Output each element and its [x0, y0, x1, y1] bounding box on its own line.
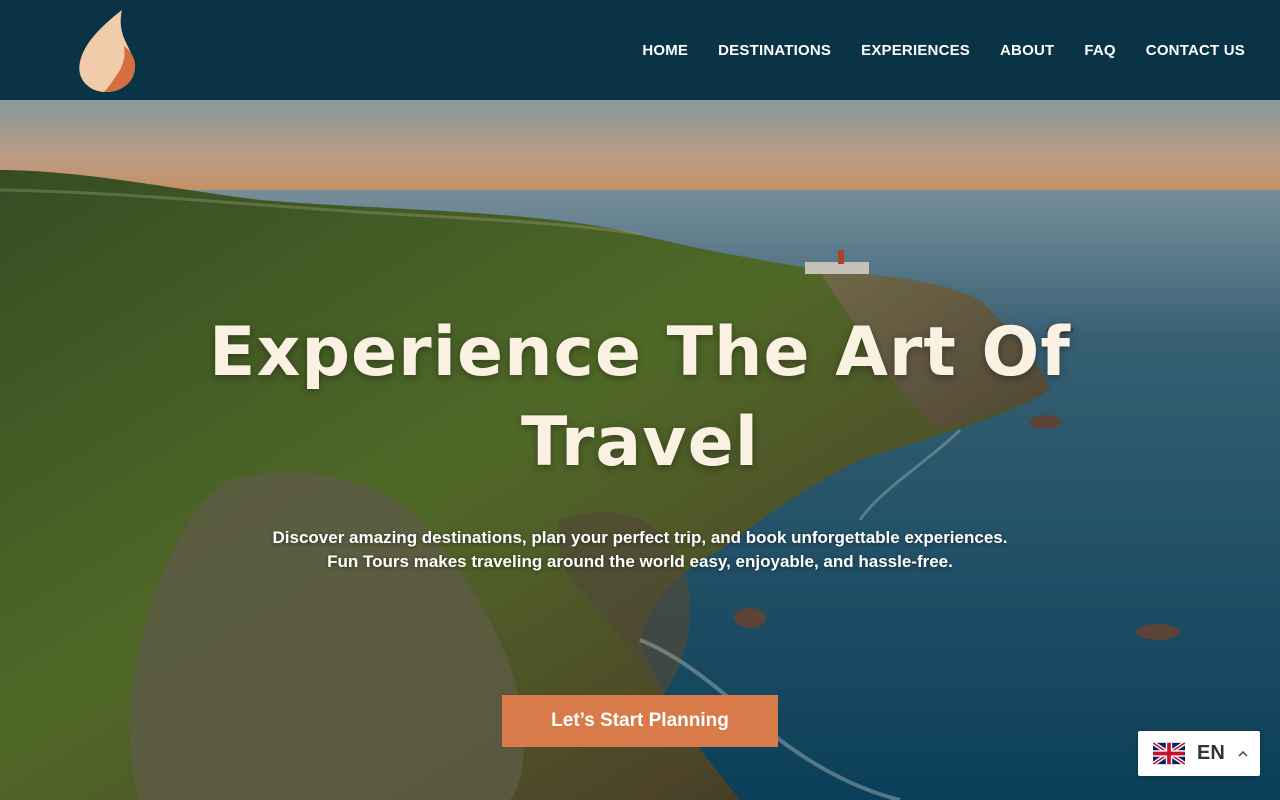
- language-code: EN: [1197, 742, 1225, 764]
- hero-subtitle: Discover amazing destinations, plan your…: [140, 526, 1140, 574]
- nav-home[interactable]: HOME: [642, 42, 688, 59]
- nav-experiences[interactable]: EXPERIENCES: [861, 42, 970, 59]
- hero-title-line-2: Travel: [520, 403, 760, 482]
- hero-title: Experience The Art Of Travel: [190, 308, 1090, 488]
- uk-flag-icon: [1153, 742, 1185, 765]
- hero-subtitle-line-2: Fun Tours makes traveling around the wor…: [327, 552, 953, 571]
- chevron-up-icon: [1238, 750, 1248, 757]
- nav-about[interactable]: ABOUT: [1000, 42, 1054, 59]
- hero-subtitle-line-1: Discover amazing destinations, plan your…: [272, 528, 1008, 547]
- flame-logo-icon[interactable]: [76, 8, 138, 94]
- start-planning-button[interactable]: Let’s Start Planning: [502, 695, 778, 747]
- hero-title-line-1: Experience The Art Of: [209, 313, 1071, 392]
- nav-contact-us[interactable]: CONTACT US: [1146, 42, 1245, 59]
- site-header: HOME DESTINATIONS EXPERIENCES ABOUT FAQ …: [0, 0, 1280, 100]
- hero-section: Experience The Art Of Travel Discover am…: [0, 100, 1280, 800]
- language-switcher[interactable]: EN: [1138, 731, 1260, 776]
- nav-destinations[interactable]: DESTINATIONS: [718, 42, 831, 59]
- main-nav: HOME DESTINATIONS EXPERIENCES ABOUT FAQ …: [642, 0, 1245, 100]
- nav-faq[interactable]: FAQ: [1084, 42, 1115, 59]
